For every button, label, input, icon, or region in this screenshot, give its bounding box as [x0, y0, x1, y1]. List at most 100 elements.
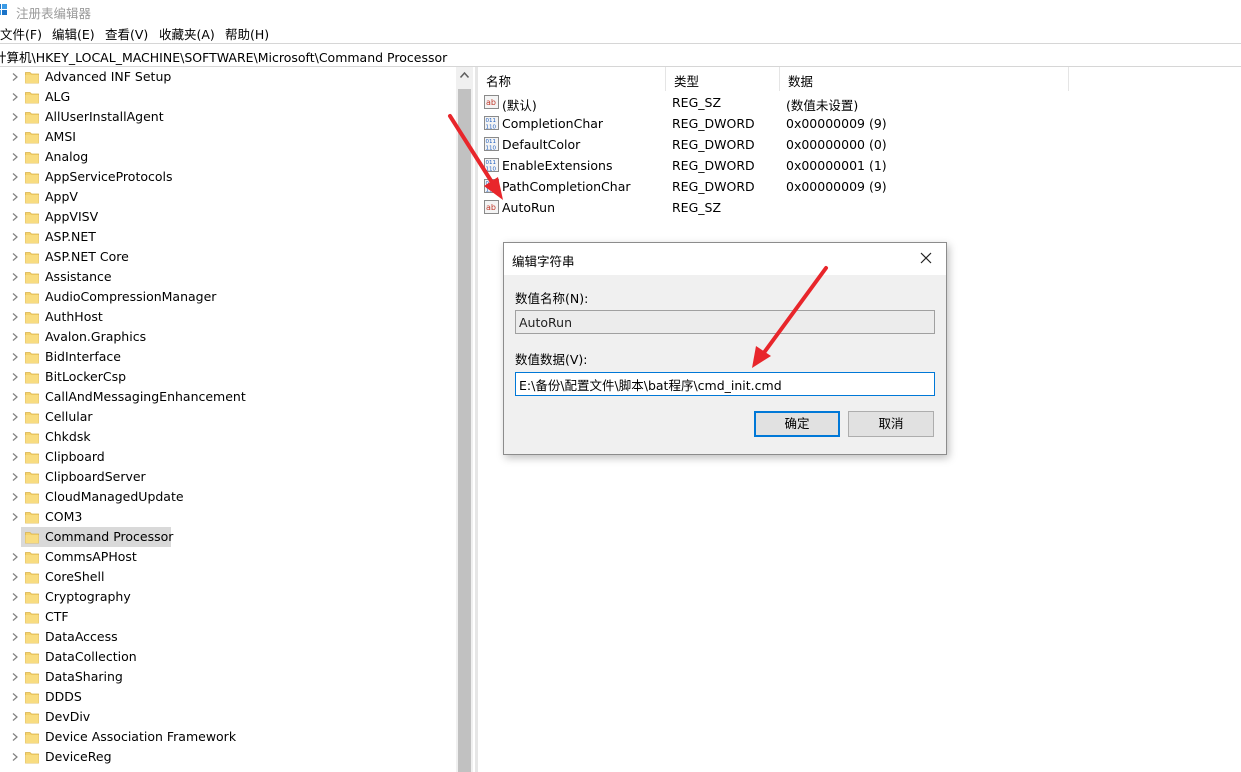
tree-item[interactable]: CommsAPHost — [0, 547, 456, 567]
expand-chevron-icon[interactable] — [10, 272, 20, 282]
tree-item[interactable]: DataCollection — [0, 647, 456, 667]
close-icon[interactable] — [918, 250, 934, 266]
tree-item[interactable]: Advanced INF Setup — [0, 67, 456, 87]
tree-item[interactable]: DataSharing — [0, 667, 456, 687]
tree-item[interactable]: Cryptography — [0, 587, 456, 607]
expand-chevron-icon[interactable] — [10, 732, 20, 742]
tree-item-label: ASP.NET — [45, 229, 96, 244]
tree-item[interactable]: CloudManagedUpdate — [0, 487, 456, 507]
tree-item-label: AllUserInstallAgent — [45, 109, 164, 124]
expand-chevron-icon[interactable] — [10, 172, 20, 182]
tree-item[interactable]: Chkdsk — [0, 427, 456, 447]
tree-item[interactable]: DataAccess — [0, 627, 456, 647]
title-bar: 注册表编辑器 — [0, 0, 1241, 22]
expand-chevron-icon[interactable] — [10, 232, 20, 242]
tree-item[interactable]: AllUserInstallAgent — [0, 107, 456, 127]
expand-chevron-icon[interactable] — [10, 612, 20, 622]
address-path[interactable]: 计算机\HKEY_LOCAL_MACHINE\SOFTWARE\Microsof… — [0, 47, 447, 66]
expand-chevron-icon[interactable] — [10, 452, 20, 462]
tree-item[interactable]: ClipboardServer — [0, 467, 456, 487]
expand-chevron-icon[interactable] — [10, 472, 20, 482]
tree-item[interactable]: Assistance — [0, 267, 456, 287]
tree-item[interactable]: CoreShell — [0, 567, 456, 587]
expand-chevron-icon[interactable] — [10, 492, 20, 502]
tree-item[interactable]: ASP.NET Core — [0, 247, 456, 267]
expand-chevron-icon[interactable] — [10, 512, 20, 522]
tree-item[interactable]: DevDiv — [0, 707, 456, 727]
value-row[interactable]: 011 110 DefaultColor REG_DWORD 0x00000000 (0… — [478, 134, 1241, 155]
tree-item[interactable]: Cellular — [0, 407, 456, 427]
tree-item[interactable]: DDDS — [0, 687, 456, 707]
folder-icon — [25, 352, 39, 364]
value-row[interactable]: ab (默认) REG_SZ (数值未设置) — [478, 92, 1241, 113]
tree-item-label: BitLockerCsp — [45, 369, 127, 384]
tree-item[interactable]: Analog — [0, 147, 456, 167]
expand-chevron-icon[interactable] — [10, 672, 20, 682]
expand-chevron-icon[interactable] — [10, 132, 20, 142]
expand-chevron-icon[interactable] — [10, 212, 20, 222]
expand-chevron-icon[interactable] — [10, 752, 20, 762]
expand-chevron-icon[interactable] — [10, 632, 20, 642]
binary-value-icon: 011110 — [484, 137, 499, 151]
expand-chevron-icon[interactable] — [10, 252, 20, 262]
tree-item[interactable]: ALG — [0, 87, 456, 107]
menu-view[interactable]: 查看(V) — [105, 24, 148, 43]
scroll-thumb[interactable] — [458, 89, 471, 772]
expand-chevron-icon[interactable] — [10, 332, 20, 342]
value-data-input[interactable] — [515, 372, 935, 396]
value-row[interactable]: 011 110 CompletionChar REG_DWORD 0x00000009 … — [478, 113, 1241, 134]
value-row[interactable]: 011 110 EnableExtensions REG_DWORD 0x0000000… — [478, 155, 1241, 176]
tree-item[interactable]: ASP.NET — [0, 227, 456, 247]
tree-item[interactable]: Clipboard — [0, 447, 456, 467]
menu-edit[interactable]: 编辑(E) — [52, 24, 95, 43]
tree-item[interactable]: DeviceReg — [0, 747, 456, 767]
value-row[interactable]: ab AutoRun REG_SZ — [478, 197, 1241, 218]
address-bar[interactable]: 计算机\HKEY_LOCAL_MACHINE\SOFTWARE\Microsof… — [0, 43, 1241, 67]
expand-chevron-icon[interactable] — [10, 692, 20, 702]
tree-item[interactable]: BitLockerCsp — [0, 367, 456, 387]
tree-item[interactable]: COM3 — [0, 507, 456, 527]
cancel-button[interactable]: 取消 — [848, 411, 934, 437]
menu-file[interactable]: 文件(F) — [0, 24, 42, 43]
expand-chevron-icon[interactable] — [10, 192, 20, 202]
expand-chevron-icon[interactable] — [10, 72, 20, 82]
expand-chevron-icon[interactable] — [10, 292, 20, 302]
tree-item[interactable]: CTF — [0, 607, 456, 627]
column-header-data[interactable]: 数据 — [780, 67, 1069, 91]
tree-item[interactable]: AppServiceProtocols — [0, 167, 456, 187]
tree-scrollbar[interactable] — [456, 67, 473, 772]
tree-item[interactable]: AuthHost — [0, 307, 456, 327]
tree-item[interactable]: AudioCompressionManager — [0, 287, 456, 307]
tree-item[interactable]: AMSI — [0, 127, 456, 147]
expand-chevron-icon[interactable] — [10, 92, 20, 102]
tree-item[interactable]: AppV — [0, 187, 456, 207]
expand-chevron-icon[interactable] — [10, 312, 20, 322]
expand-chevron-icon[interactable] — [10, 552, 20, 562]
column-header-name[interactable]: 名称 — [478, 67, 666, 91]
expand-chevron-icon[interactable] — [10, 372, 20, 382]
expand-chevron-icon[interactable] — [10, 112, 20, 122]
expand-chevron-icon[interactable] — [10, 712, 20, 722]
tree-item[interactable]: BidInterface — [0, 347, 456, 367]
menu-help[interactable]: 帮助(H) — [225, 24, 269, 43]
tree-item[interactable]: AppVISV — [0, 207, 456, 227]
expand-chevron-icon[interactable] — [10, 432, 20, 442]
tree-item-selected[interactable]: Command Processor — [0, 527, 456, 547]
scroll-up-arrow-icon[interactable] — [460, 71, 469, 79]
tree-item[interactable]: Avalon.Graphics — [0, 327, 456, 347]
tree-item[interactable]: CallAndMessagingEnhancement — [0, 387, 456, 407]
menu-favorites[interactable]: 收藏夹(A) — [159, 24, 215, 43]
expand-chevron-icon[interactable] — [10, 592, 20, 602]
expand-chevron-icon[interactable] — [10, 352, 20, 362]
expand-chevron-icon[interactable] — [10, 572, 20, 582]
column-header-type[interactable]: 类型 — [666, 67, 780, 91]
ok-button[interactable]: 确定 — [754, 411, 840, 437]
expand-chevron-icon[interactable] — [10, 412, 20, 422]
folder-icon — [25, 252, 39, 264]
expand-chevron-icon[interactable] — [10, 152, 20, 162]
expand-chevron-icon[interactable] — [10, 652, 20, 662]
value-row[interactable]: 011 110 PathCompletionChar REG_DWORD 0x00000… — [478, 176, 1241, 197]
tree-item-label: AppServiceProtocols — [45, 169, 173, 184]
tree-item[interactable]: Device Association Framework — [0, 727, 456, 747]
expand-chevron-icon[interactable] — [10, 392, 20, 402]
